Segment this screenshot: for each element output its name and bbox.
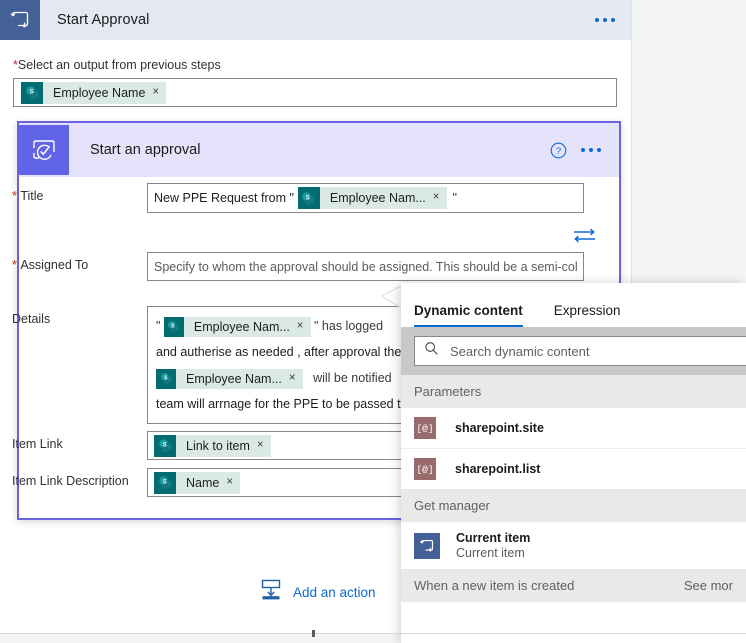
previous-steps-input[interactable]: S Employee Name × [13,78,617,107]
search-icon [424,341,439,361]
help-icon[interactable]: ? [550,142,567,159]
dynamic-content-tabs: Dynamic content Expression [401,283,746,327]
item-link-description-label: Item Link Description [12,474,129,488]
add-an-action-label: Add an action [293,584,376,600]
list-item[interactable]: Current item Current item [401,522,746,569]
field-row-title: * Title New PPE Request from " S Employe… [12,183,584,213]
svg-text:S: S [306,195,310,201]
close-icon[interactable]: × [433,192,447,204]
svg-text:S: S [162,443,166,449]
dot [595,18,599,22]
action-more-button[interactable] [581,148,601,152]
trigger-card-start-approval[interactable]: Start Approval [0,0,631,40]
group-title: Parameters [414,384,482,399]
action-card-header[interactable]: Start an approval ? [19,123,619,177]
close-icon[interactable]: × [289,372,303,385]
close-icon[interactable]: × [152,86,166,99]
dot [597,148,601,152]
assigned-to-placeholder: Specify to whom the approval should be a… [154,259,577,274]
group-title: When a new item is created [414,578,575,593]
bottom-divider [0,633,746,634]
sharepoint-icon: S [21,81,43,104]
flow-trigger-icon [0,0,40,40]
parameter-icon: [@] [414,458,436,480]
flow-trigger-icon [414,532,440,559]
swap-arrows-icon[interactable] [572,226,598,246]
list-item-label: sharepoint.site [455,421,544,435]
token-label: Employee Nam... [186,371,282,386]
dynamic-token-chip[interactable]: S Link to item × [154,434,271,457]
field-row-assigned-to: * Assigned To Specify to whom the approv… [12,252,584,281]
close-icon[interactable]: × [257,439,271,452]
bottom-connector-tick [312,630,315,637]
token-label: Name [186,475,220,490]
tab-expression[interactable]: Expression [554,303,621,327]
token-label: Link to item [186,438,250,453]
dot [603,18,607,22]
insert-below-icon [259,578,283,606]
dynamic-content-pointer [381,285,403,309]
sharepoint-icon: S [154,434,176,457]
dynamic-content-panel: Dynamic content Expression Search dynami… [401,283,746,643]
dynamic-content-search-area: Search dynamic content [401,327,746,375]
dynamic-token-chip[interactable]: S Employee Nam... × [156,368,303,389]
quote-open: " [156,319,161,333]
flow-designer-screen: Start Approval *Select an output from pr… [0,0,746,643]
trigger-title: Start Approval [57,12,150,28]
sharepoint-icon: S [156,368,176,389]
details-text-after: " has logged [314,319,384,333]
previous-steps-field-group: *Select an output from previous steps S … [13,58,617,107]
dot [589,148,593,152]
sharepoint-icon: S [154,471,176,494]
title-prefix-text: New PPE Request from " [154,191,294,205]
details-label: Details [12,312,51,326]
sharepoint-icon: S [163,316,184,337]
action-title: Start an approval [90,142,201,158]
token-label: Employee Name [53,85,146,100]
dynamic-token-chip[interactable]: S Employee Nam... × [163,316,311,337]
dynamic-token-chip[interactable]: S Employee Nam... × [297,187,447,209]
title-input[interactable]: New PPE Request from " S Employee Nam...… [147,183,584,213]
item-link-label: Item Link [12,437,63,451]
svg-text:S: S [29,90,33,96]
list-item-text: Current item Current item [456,531,530,560]
svg-text:?: ? [556,146,561,157]
dynamic-content-group-header: Parameters [401,375,746,408]
list-item-label: sharepoint.list [455,462,541,476]
details-text-after: will be notified [313,371,392,385]
group-title: Get manager [414,498,490,513]
assigned-to-input[interactable]: Specify to whom the approval should be a… [147,252,584,281]
token-label: Employee Nam... [193,319,290,334]
dot [581,148,585,152]
list-item[interactable]: [@] sharepoint.site [401,408,746,449]
dot [611,18,615,22]
svg-text:S: S [162,480,166,486]
list-item[interactable]: [@] sharepoint.list [401,449,746,489]
search-input[interactable]: Search dynamic content [414,336,746,366]
list-item-sublabel: Current item [456,546,525,560]
see-more-link[interactable]: See mor [684,578,733,593]
sharepoint-icon: S [297,187,320,209]
trigger-more-button[interactable] [595,18,615,22]
list-item-label: Current item [456,531,531,545]
previous-steps-label: *Select an output from previous steps [13,58,221,72]
svg-text:S: S [172,324,176,330]
title-suffix-text: " [452,191,457,205]
assigned-to-label: * Assigned To [12,258,89,272]
parameter-icon: [@] [414,417,436,439]
approval-icon [19,125,69,175]
add-an-action-button[interactable]: Add an action [259,578,376,606]
dynamic-content-group-header: Get manager [401,489,746,522]
dynamic-token-chip[interactable]: S Employee Name × [21,81,167,104]
svg-text:S: S [164,376,168,382]
title-label: * Title [12,189,44,203]
dynamic-content-group-header: When a new item is created See mor [401,569,746,602]
close-icon[interactable]: × [297,320,311,333]
token-label: Employee Nam... [329,191,426,205]
search-placeholder: Search dynamic content [450,343,590,359]
close-icon[interactable]: × [226,476,240,489]
tab-dynamic-content[interactable]: Dynamic content [414,303,523,327]
dynamic-token-chip[interactable]: S Name × [154,471,241,494]
